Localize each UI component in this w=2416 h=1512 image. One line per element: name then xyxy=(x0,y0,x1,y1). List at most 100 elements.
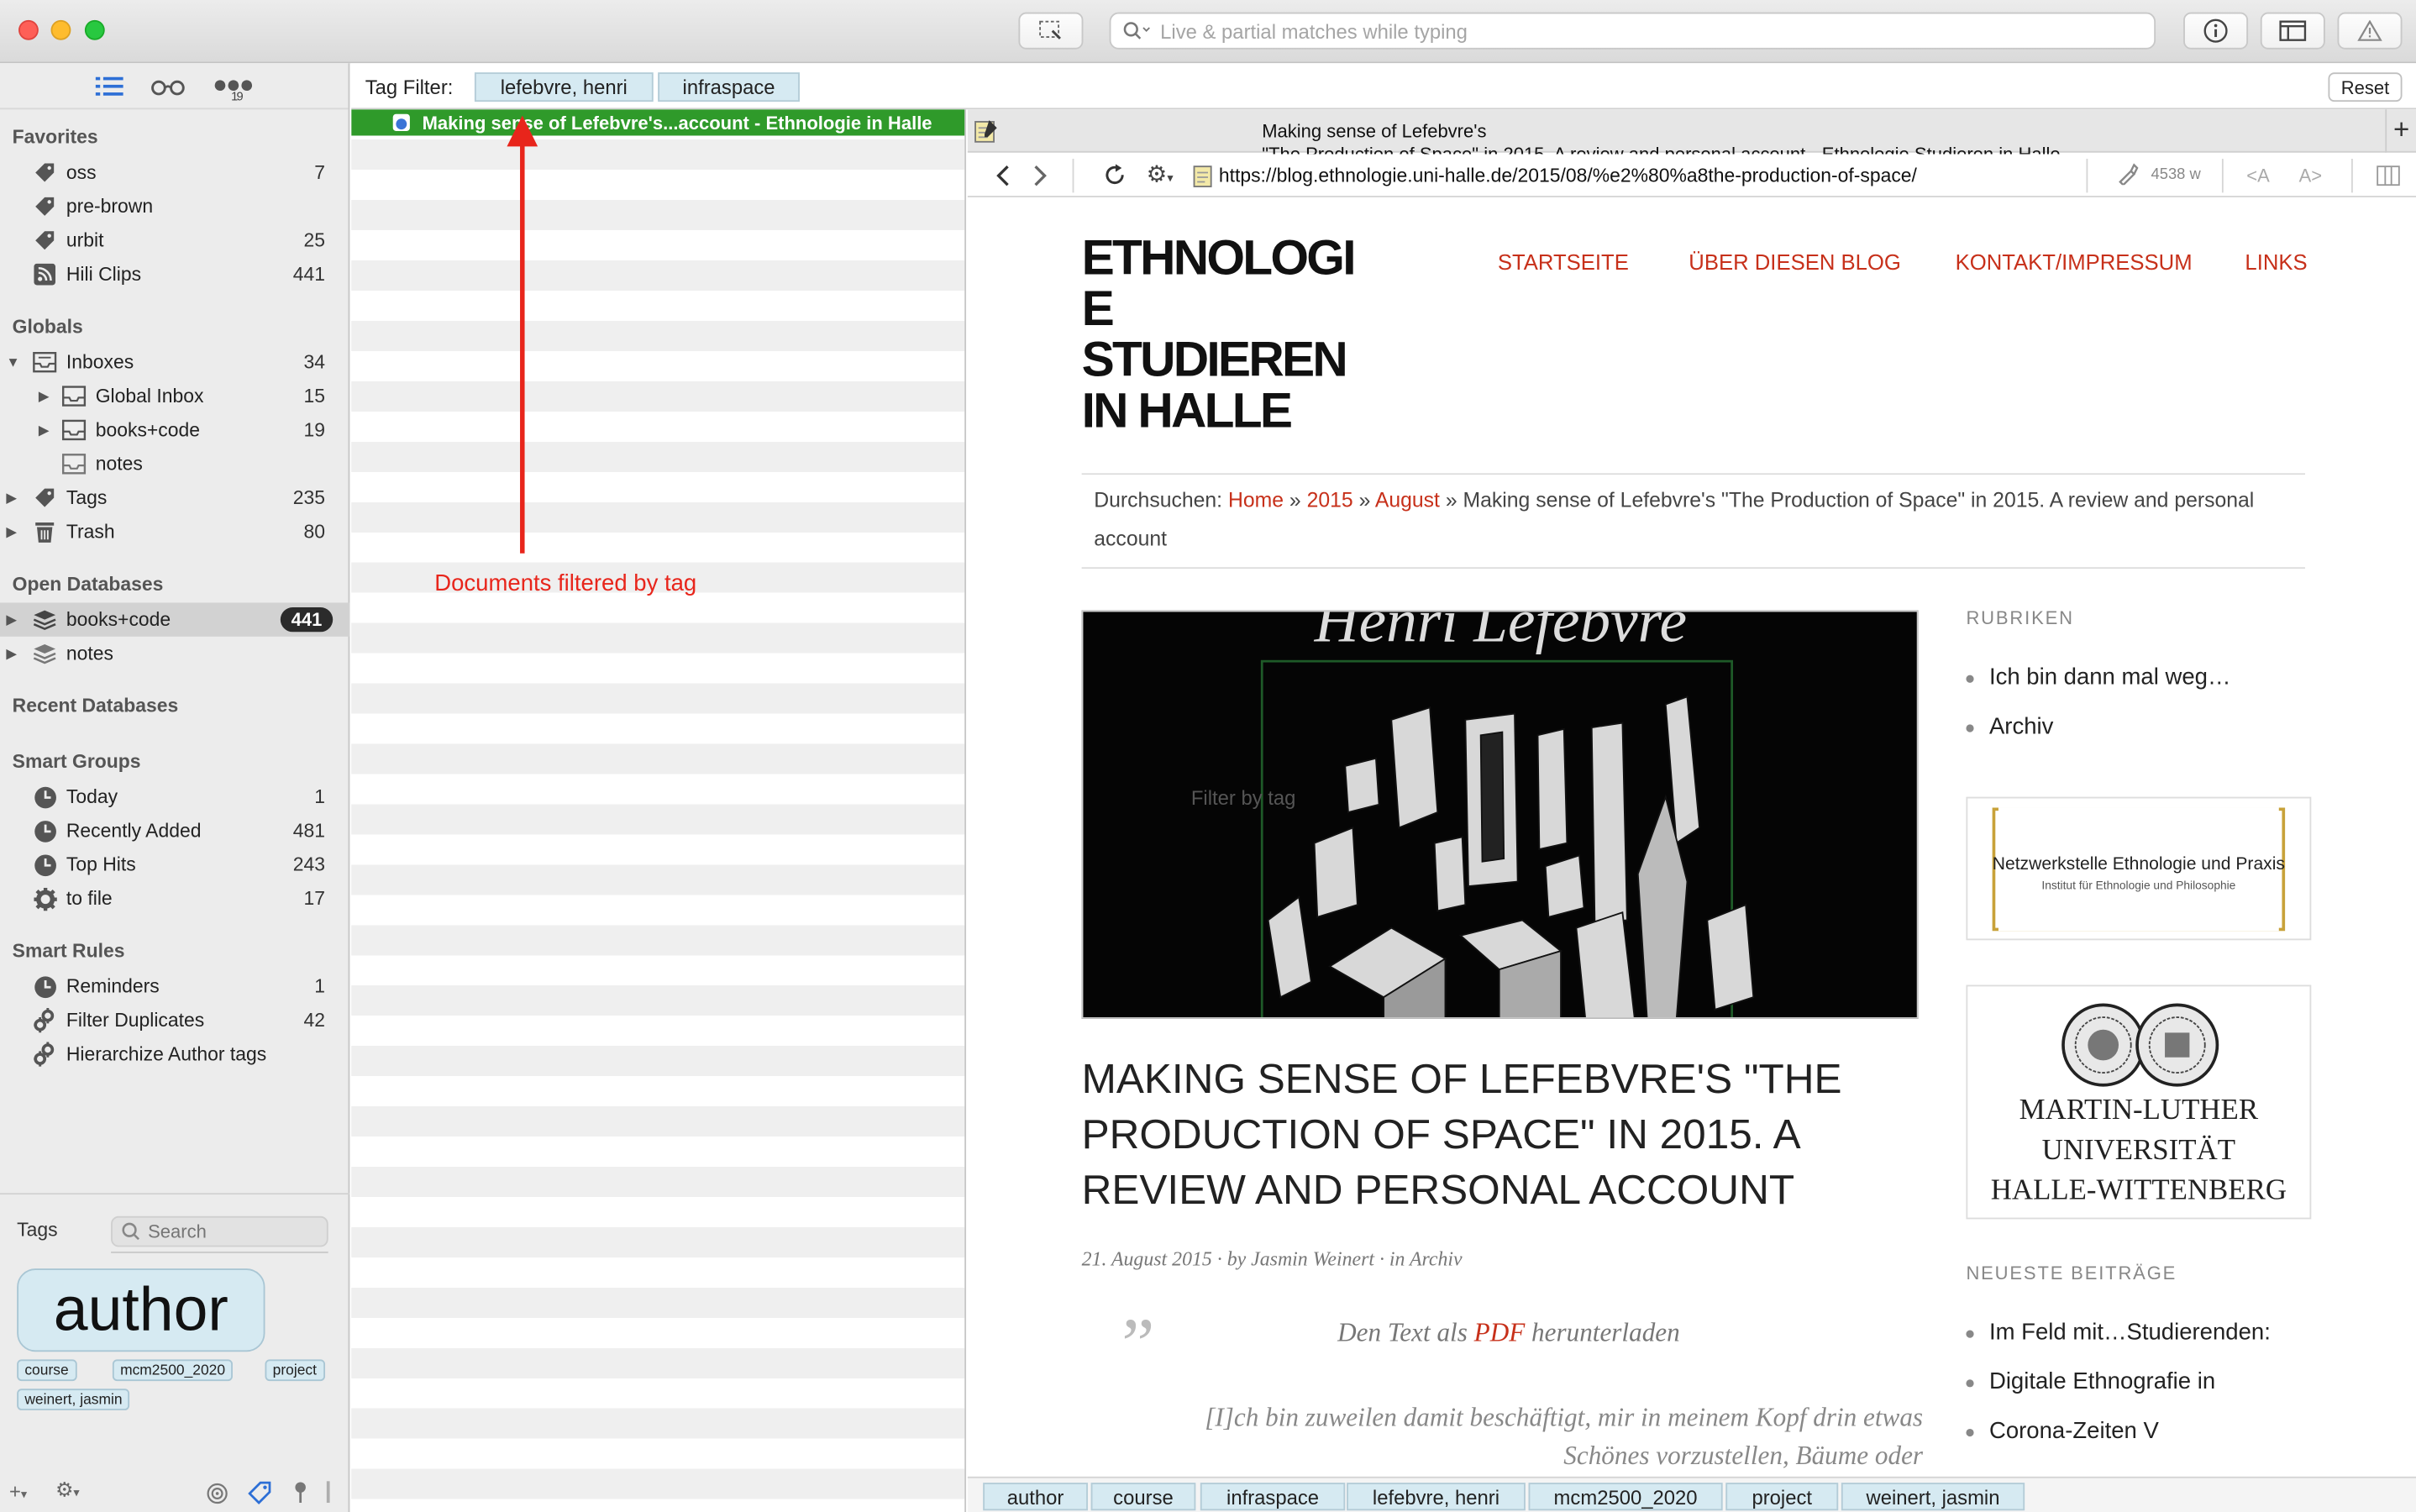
sidebar-item-notes-inbox[interactable]: notes xyxy=(0,447,349,480)
sidebar-item-hili-clips[interactable]: Hili Clips 441 xyxy=(0,257,349,291)
tag-icon xyxy=(33,228,57,253)
new-tab-button[interactable]: + xyxy=(2385,109,2416,153)
document-list-row-selected[interactable]: Making sense of Lefebvre's...account - E… xyxy=(351,109,965,136)
sidebar-item-notes-database[interactable]: ▶ notes xyxy=(0,637,349,670)
close-window-button[interactable] xyxy=(18,19,39,40)
netzwerkstelle-banner[interactable]: Netzwerkstelle Ethnologie und Praxis Ins… xyxy=(1966,796,2312,941)
sidebar-item-trash[interactable]: ▶ Trash 80 xyxy=(0,515,349,549)
document-tag[interactable]: project xyxy=(1725,1483,1839,1511)
nav-link-ueber-diesen-blog[interactable]: ÜBER DIESEN BLOG xyxy=(1689,249,1901,274)
rubriken-link[interactable]: Archiv xyxy=(1966,711,2230,760)
nav-link-kontakt-impressum[interactable]: KONTAKT/IMPRESSUM xyxy=(1956,249,2193,274)
disclosure-closed-icon[interactable]: ▶ xyxy=(39,422,50,438)
minimize-window-button[interactable] xyxy=(50,19,71,40)
sidebar-item-books-code-database[interactable]: ▶ books+code 441 xyxy=(0,602,350,637)
recent-post-link-continued[interactable]: Corona-Zeiten V xyxy=(1966,1415,2270,1464)
sidebar-item-count: 19 xyxy=(303,419,326,441)
nav-link-links[interactable]: LINKS xyxy=(2245,249,2307,274)
tag-search-input[interactable] xyxy=(148,1221,318,1242)
back-icon[interactable] xyxy=(995,163,1011,187)
reset-button[interactable]: Reset xyxy=(2328,72,2403,102)
increase-font-icon[interactable]: A> xyxy=(2299,165,2323,186)
pin-icon[interactable] xyxy=(292,1481,307,1504)
filter-chip-infraspace[interactable]: infraspace xyxy=(658,72,800,102)
target-icon[interactable] xyxy=(207,1483,228,1504)
resize-handle[interactable] xyxy=(326,1481,330,1504)
document-tag[interactable]: infraspace xyxy=(1200,1483,1346,1511)
rubriken-link[interactable]: Ich bin dann mal weg… xyxy=(1966,661,2230,711)
search-field[interactable] xyxy=(1109,12,2156,50)
disclosure-closed-icon[interactable]: ▶ xyxy=(6,490,17,507)
page-note-icon xyxy=(1193,165,1212,187)
disclosure-closed-icon[interactable]: ▶ xyxy=(39,387,50,404)
zoom-window-button[interactable] xyxy=(84,19,105,40)
banner-title: Netzwerkstelle Ethnologie und Praxis xyxy=(1992,855,2285,874)
sidebar-item-global-inbox[interactable]: ▶ Global Inbox 15 xyxy=(0,379,349,412)
reload-icon[interactable] xyxy=(1103,163,1127,186)
action-gear-icon[interactable]: ⚙▾ xyxy=(1147,160,1174,188)
info-button[interactable] xyxy=(2183,12,2249,50)
document-tag[interactable]: lefebvre, henri xyxy=(1347,1483,1526,1511)
sidebar-item-count: 441 xyxy=(292,263,326,286)
sidebar-item-count: 1 xyxy=(314,785,326,808)
sidebar-item-oss[interactable]: oss 7 xyxy=(0,155,349,189)
add-menu-icon[interactable]: +▾ xyxy=(9,1480,27,1504)
highlighter-icon[interactable] xyxy=(2117,163,2139,186)
list-view-icon[interactable] xyxy=(95,75,123,97)
sidebar-item-filter-duplicates[interactable]: Filter Duplicates 42 xyxy=(0,1004,349,1037)
edit-note-icon[interactable] xyxy=(974,118,998,143)
more-actions-icon[interactable]: ●●● 19 xyxy=(213,71,255,102)
decrease-font-icon[interactable]: <A xyxy=(2246,165,2270,186)
reading-glasses-icon[interactable] xyxy=(151,76,185,95)
site-logo[interactable]: ETHNOLOGI E STUDIEREN IN HALLE xyxy=(1081,232,1390,438)
breadcrumb-link-year[interactable]: 2015 xyxy=(1307,489,1353,512)
breadcrumb-link-month[interactable]: August xyxy=(1375,489,1440,512)
document-tag[interactable]: weinert, jasmin xyxy=(1841,1483,2025,1511)
sidebar-item-label: notes xyxy=(66,643,113,664)
tag-icon[interactable] xyxy=(248,1481,271,1504)
sidebar-item-recently-added[interactable]: Recently Added 481 xyxy=(0,814,349,848)
disclosure-closed-icon[interactable]: ▶ xyxy=(6,523,17,540)
filter-chip-lefebvre-henri[interactable]: lefebvre, henri xyxy=(474,72,654,102)
columns-icon[interactable] xyxy=(2376,165,2400,186)
document-tag[interactable]: mcm2500_2020 xyxy=(1528,1483,1723,1511)
disclosure-open-icon[interactable]: ▼ xyxy=(6,354,19,370)
gear-menu-icon[interactable]: ⚙▾ xyxy=(55,1478,80,1503)
tag-cloud-item[interactable]: mcm2500_2020 xyxy=(112,1359,234,1382)
tag-cloud-item[interactable]: course xyxy=(17,1359,76,1382)
pdf-download-link[interactable]: PDF xyxy=(1474,1318,1526,1347)
nav-link-startseite[interactable]: STARTSEITE xyxy=(1498,249,1629,274)
recent-post-link-continued[interactable]: Digitale Ethnografie in xyxy=(1966,1366,2270,1415)
site-logo-line: IN HALLE xyxy=(1081,382,1293,438)
document-list[interactable]: Making sense of Lefebvre's...account - E… xyxy=(351,109,967,1512)
sidebar-item-today[interactable]: Today 1 xyxy=(0,780,349,813)
sidebar-item-tags[interactable]: ▶ Tags 235 xyxy=(0,480,349,514)
university-banner[interactable]: MARTIN-LUTHER UNIVERSITÄT HALLE-WITTENBE… xyxy=(1966,984,2312,1220)
forward-icon[interactable] xyxy=(1032,163,1048,187)
document-tag[interactable]: course xyxy=(1090,1483,1196,1511)
document-tag[interactable]: author xyxy=(983,1483,1088,1511)
search-input[interactable] xyxy=(1160,18,2116,43)
tag-cloud-item-author[interactable]: author xyxy=(17,1268,265,1352)
sidebar-item-hierarchize-author-tags[interactable]: Hierarchize Author tags xyxy=(0,1037,349,1071)
disclosure-closed-icon[interactable]: ▶ xyxy=(6,612,17,628)
tag-icon xyxy=(33,486,57,510)
disclosure-closed-icon[interactable]: ▶ xyxy=(6,645,17,662)
tag-search-field[interactable] xyxy=(111,1215,328,1247)
sidebar-item-to-file[interactable]: to file 17 xyxy=(0,882,349,916)
sidebar-item-urbit[interactable]: urbit 25 xyxy=(0,223,349,257)
url-field[interactable]: https://blog.ethnologie.uni-halle.de/201… xyxy=(1219,165,1917,186)
tag-cloud-item[interactable]: weinert, jasmin xyxy=(17,1389,130,1410)
sidebar-item-reminders[interactable]: Reminders 1 xyxy=(0,969,349,1003)
capture-button[interactable] xyxy=(1018,12,1084,50)
sidebar-item-pre-brown[interactable]: pre-brown xyxy=(0,190,349,223)
window-toolbar xyxy=(0,0,2416,64)
recent-post-link[interactable]: Im Feld mit…Studierenden: xyxy=(1966,1316,2271,1366)
sidebar-item-inboxes[interactable]: ▼ Inboxes 34 xyxy=(0,345,349,379)
tag-cloud-item[interactable]: project xyxy=(265,1359,325,1382)
sidebar-item-top-hits[interactable]: Top Hits 243 xyxy=(0,848,349,881)
breadcrumb-link-home[interactable]: Home xyxy=(1228,489,1284,512)
warning-button[interactable] xyxy=(2337,12,2403,50)
sidebar-item-books-code-inbox[interactable]: ▶ books+code 19 xyxy=(0,413,349,447)
layout-button[interactable] xyxy=(2260,12,2325,50)
